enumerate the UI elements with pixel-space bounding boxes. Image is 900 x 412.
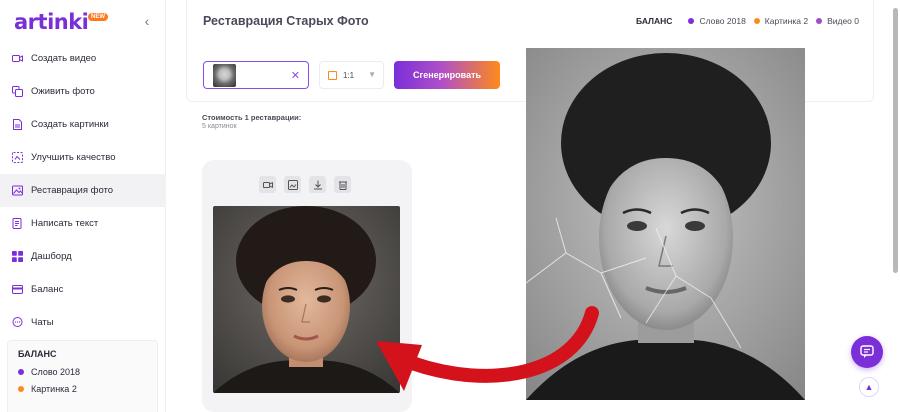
header-balance-words: Слово 2018 xyxy=(688,16,746,26)
aspect-ratio-select[interactable]: 1:1 ▼ xyxy=(319,61,384,89)
enhance-quality-icon xyxy=(12,152,23,163)
sidebar-item-create-images[interactable]: Создать картинки xyxy=(0,108,166,141)
header-balance-images-label: Картинка 2 xyxy=(764,16,809,26)
scrollbar-thumb[interactable] xyxy=(893,8,898,273)
sidebar-item-animate-photo[interactable]: Оживить фото xyxy=(0,75,166,108)
scroll-to-top-button[interactable]: ▲ xyxy=(859,377,879,397)
new-badge: NEW xyxy=(88,13,108,21)
chat-bubble-icon xyxy=(12,317,23,328)
status-dot xyxy=(753,18,760,24)
header-balance-videos-label: Видео 0 xyxy=(827,16,859,26)
sidebar-item-label: Баланс xyxy=(31,284,64,295)
sidebar-item-chats[interactable]: Чаты xyxy=(0,306,166,339)
sidebar-item-photo-restore[interactable]: Реставрация фото xyxy=(0,174,166,207)
uploaded-photo-field[interactable]: ✕ xyxy=(203,61,309,89)
square-ratio-icon xyxy=(328,70,337,80)
page-title: Реставрация Старых Фото xyxy=(203,14,369,28)
cost-subtitle: 5 картинок xyxy=(202,123,237,130)
aspect-ratio-value: 1:1 xyxy=(343,70,355,80)
chevron-left-icon: ‹ xyxy=(144,13,150,29)
sidebar-nav: Создать видео Оживить фото Создать карти… xyxy=(0,42,166,339)
sidebar-balance-card: БАЛАНС Слово 2018 Картинка 2 xyxy=(7,340,158,412)
enhance-image-icon xyxy=(287,179,298,190)
video-camera-icon xyxy=(12,53,23,64)
write-text-icon xyxy=(12,218,23,229)
dashboard-grid-icon xyxy=(12,251,23,262)
sidebar-item-label: Дашборд xyxy=(31,251,72,262)
photo-restore-icon xyxy=(12,185,23,196)
animate-button[interactable] xyxy=(259,176,276,193)
header-balance-words-label: Слово 2018 xyxy=(699,16,746,26)
result-card xyxy=(202,160,412,412)
generate-button[interactable]: Сгенерировать xyxy=(394,61,500,89)
sidebar-item-dashboard[interactable]: Дашборд xyxy=(0,240,166,273)
sidebar-item-label: Реставрация фото xyxy=(31,185,114,196)
clear-upload-icon[interactable]: ✕ xyxy=(291,69,300,82)
header-balance-images: Картинка 2 xyxy=(753,16,809,26)
header-balance: БАЛАНС Слово 2018 Картинка 2 Видео 0 xyxy=(636,16,859,26)
header-balance-videos: Видео 0 xyxy=(816,16,859,26)
download-icon xyxy=(313,180,322,189)
original-old-photo[interactable] xyxy=(526,48,805,400)
balance-row-images: Картинка 2 xyxy=(18,384,147,394)
document-image-icon xyxy=(12,119,23,130)
status-dot xyxy=(18,386,24,392)
sidebar-item-label: Оживить фото xyxy=(31,86,95,97)
sidebar-item-label: Создать картинки xyxy=(31,119,109,130)
download-button[interactable] xyxy=(309,176,326,193)
animate-photo-icon xyxy=(12,86,23,97)
wallet-card-icon xyxy=(12,284,23,295)
support-chat-button[interactable] xyxy=(851,336,883,368)
status-dot xyxy=(18,369,24,375)
balance-row-words: Слово 2018 xyxy=(18,367,147,377)
status-dot xyxy=(816,18,823,24)
cost-title: Стоимость 1 реставрации: xyxy=(202,113,302,122)
delete-button[interactable] xyxy=(334,176,351,193)
uploaded-photo-thumbnail xyxy=(213,64,236,87)
arrow-up-icon: ▲ xyxy=(864,382,874,392)
sidebar-item-label: Чаты xyxy=(31,317,54,328)
status-dot xyxy=(688,18,695,24)
sidebar-item-enhance-quality[interactable]: Улучшить качество xyxy=(0,141,166,174)
sidebar-item-balance[interactable]: Баланс xyxy=(0,273,166,306)
balance-words-label: Слово 2018 xyxy=(31,367,81,377)
sidebar-item-label: Написать текст xyxy=(31,218,99,229)
sidebar-item-label: Улучшить качество xyxy=(31,152,116,163)
collapse-sidebar-button[interactable]: ‹ xyxy=(140,12,154,30)
video-camera-icon xyxy=(262,181,273,188)
sidebar-item-write-text[interactable]: Написать текст xyxy=(0,207,166,240)
trash-icon xyxy=(338,181,347,190)
chat-support-icon xyxy=(860,345,874,358)
chevron-down-icon: ▼ xyxy=(368,70,376,79)
header-balance-label: БАЛАНС xyxy=(636,16,673,26)
sidebar-item-label: Создать видео xyxy=(31,53,97,64)
sidebar-item-create-video[interactable]: Создать видео xyxy=(0,42,166,75)
balance-images-label: Картинка 2 xyxy=(31,384,77,394)
restored-photo[interactable] xyxy=(213,206,400,393)
artinki-logo[interactable]: artinki xyxy=(14,10,89,34)
sidebar: artinki NEW ‹ Создать видео Оживить фото… xyxy=(0,0,166,412)
enhance-button[interactable] xyxy=(284,176,301,193)
result-toolbar xyxy=(259,176,351,193)
balance-title: БАЛАНС xyxy=(18,349,57,359)
